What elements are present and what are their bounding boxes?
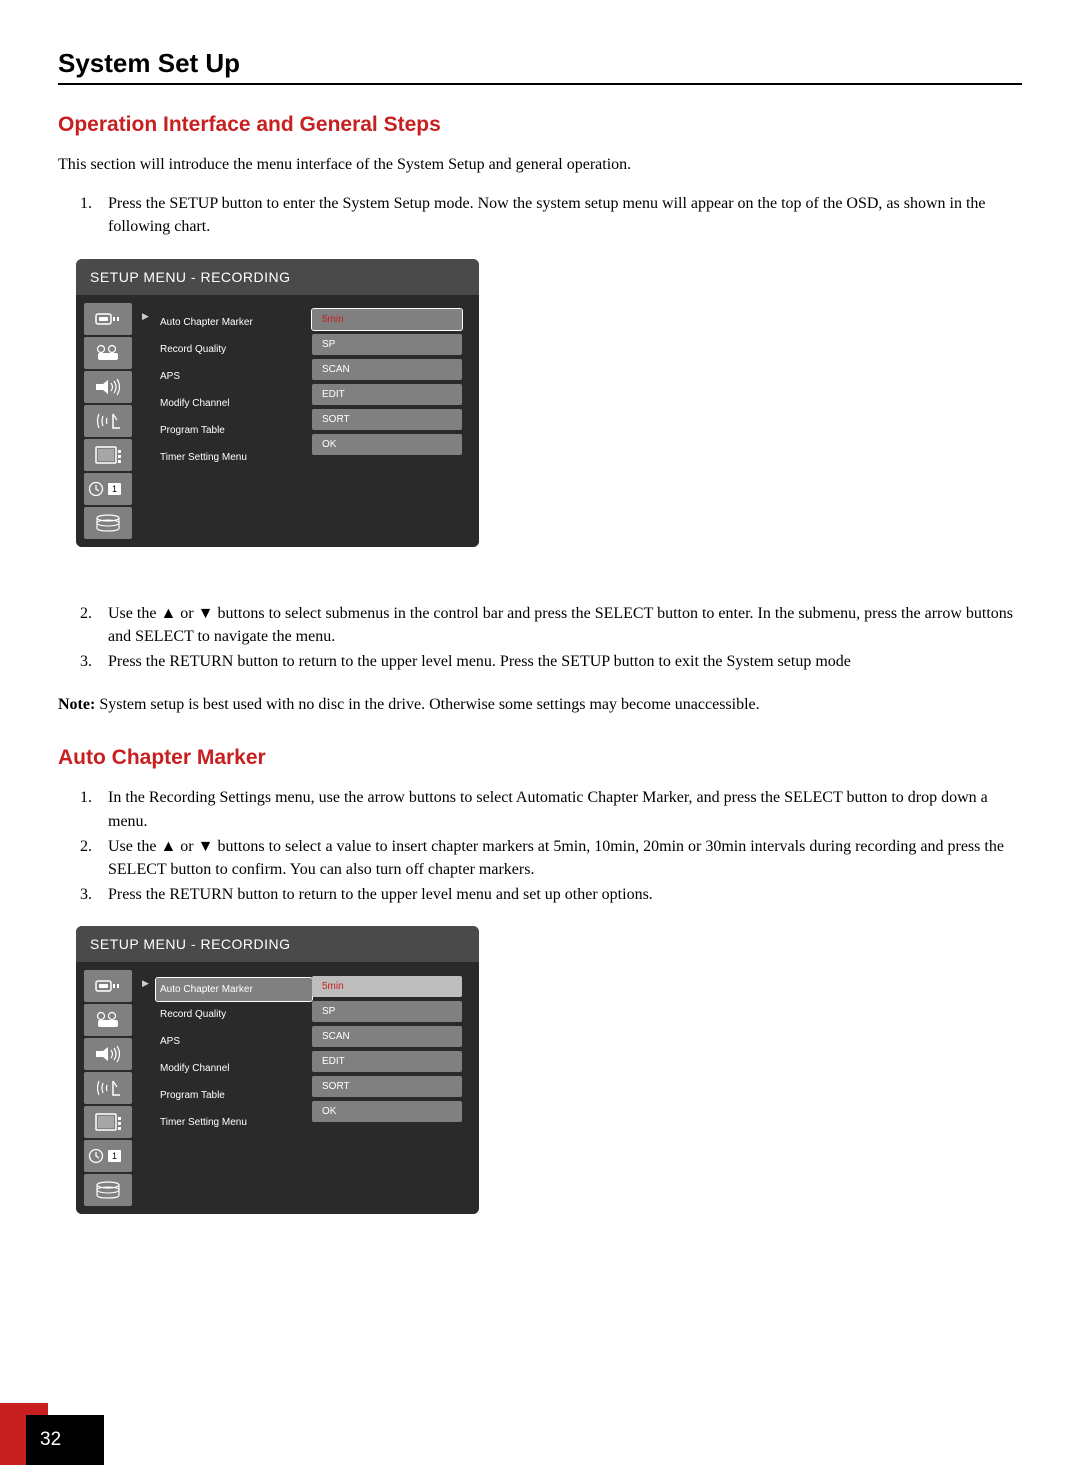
clock-icon: 1 — [84, 1140, 132, 1172]
page-footer: 32 — [0, 1395, 160, 1465]
osd-label-aps: APS — [156, 363, 312, 390]
osd-label-modify-channel: Modify Channel — [156, 390, 312, 417]
section1-note: Note: System setup is best used with no … — [58, 693, 1022, 716]
osd-label-program-table: Program Table — [156, 1082, 312, 1109]
page-number: 32 — [26, 1415, 104, 1465]
hdd-icon — [84, 1174, 132, 1206]
section-operation-title: Operation Interface and General Steps — [58, 113, 1022, 137]
osd-label-auto-chapter: Auto Chapter Marker — [156, 309, 312, 336]
down-arrow-icon: ▼ — [198, 838, 214, 855]
tv-icon — [84, 1106, 132, 1138]
section1-steps: Press the SETUP button to enter the Syst… — [76, 192, 1022, 238]
osd-value-ok: OK — [312, 1101, 462, 1122]
antenna-icon — [84, 1072, 132, 1104]
osd-setup-menu-1: SETUP MENU - RECORDING — [76, 259, 479, 547]
osd-value-sp: SP — [312, 334, 462, 355]
page-title: System Set Up — [58, 48, 1022, 85]
osd-value-scan: SCAN — [312, 359, 462, 380]
osd-value-5min: 5min — [312, 976, 462, 997]
osd-value-sort: SORT — [312, 409, 462, 430]
osd-value-scan: SCAN — [312, 1026, 462, 1047]
section-auto-chapter-title: Auto Chapter Marker — [58, 746, 1022, 770]
up-arrow-icon: ▲ — [160, 605, 176, 622]
hdd-icon — [84, 507, 132, 539]
antenna-icon — [84, 405, 132, 437]
section2-step1: In the Recording Settings menu, use the … — [96, 786, 1022, 832]
section1-step2: Use the ▲ or ▼ buttons to select submenu… — [96, 602, 1022, 648]
osd-value-5min: 5min — [312, 309, 462, 330]
tv-icon — [84, 439, 132, 471]
osd-value-edit: EDIT — [312, 384, 462, 405]
osd-value-edit: EDIT — [312, 1051, 462, 1072]
clock-badge: 1 — [108, 483, 121, 495]
osd-setup-menu-2: SETUP MENU - RECORDING — [76, 926, 479, 1214]
note-label: Note: — [58, 696, 95, 713]
clock-icon: 1 — [84, 473, 132, 505]
section1-steps-continued: Use the ▲ or ▼ buttons to select submenu… — [76, 602, 1022, 674]
camera-icon — [84, 337, 132, 369]
osd-title: SETUP MENU - RECORDING — [76, 259, 479, 295]
section2-step2: Use the ▲ or ▼ buttons to select a value… — [96, 835, 1022, 881]
osd-label-modify-channel: Modify Channel — [156, 1055, 312, 1082]
section2-steps: In the Recording Settings menu, use the … — [76, 786, 1022, 906]
camera-icon — [84, 1004, 132, 1036]
down-arrow-icon: ▼ — [198, 605, 214, 622]
osd-pointer-icon: ▶ — [142, 970, 156, 1206]
clock-badge: 1 — [108, 1150, 121, 1162]
disc-icon — [84, 303, 132, 335]
osd-title: SETUP MENU - RECORDING — [76, 926, 479, 962]
osd-value-ok: OK — [312, 434, 462, 455]
osd-label-aps: APS — [156, 1028, 312, 1055]
osd-pointer-icon: ▶ — [142, 303, 156, 539]
audio-icon — [84, 1038, 132, 1070]
osd-label-record-quality: Record Quality — [156, 336, 312, 363]
osd-label-auto-chapter: Auto Chapter Marker — [156, 978, 312, 1001]
up-arrow-icon: ▲ — [160, 838, 176, 855]
osd-value-sp: SP — [312, 1001, 462, 1022]
osd-label-record-quality: Record Quality — [156, 1001, 312, 1028]
disc-icon — [84, 970, 132, 1002]
section1-step1: Press the SETUP button to enter the Syst… — [96, 192, 1022, 238]
osd-value-sort: SORT — [312, 1076, 462, 1097]
section1-step3: Press the RETURN button to return to the… — [96, 650, 1022, 673]
osd-label-timer-setting: Timer Setting Menu — [156, 1109, 312, 1136]
audio-icon — [84, 371, 132, 403]
section1-intro: This section will introduce the menu int… — [58, 153, 1022, 176]
osd-label-program-table: Program Table — [156, 417, 312, 444]
osd-label-timer-setting: Timer Setting Menu — [156, 444, 312, 471]
section2-step3: Press the RETURN button to return to the… — [96, 883, 1022, 906]
